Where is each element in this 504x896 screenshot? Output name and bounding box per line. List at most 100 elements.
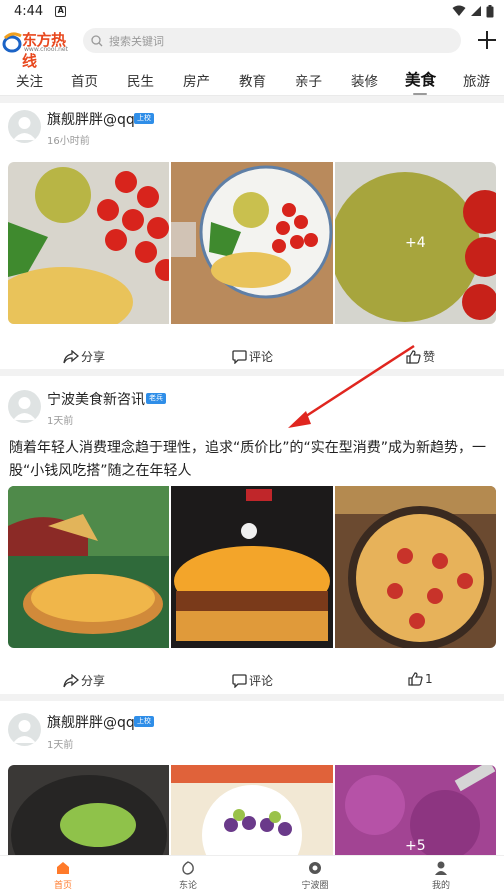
food-photo-pizza-pan: [334, 486, 496, 648]
app-header: 东方热线 www.cnool.net 搜索关键词: [0, 22, 504, 70]
nav-forum[interactable]: 东论: [158, 860, 218, 891]
thumbs-up-icon: [406, 349, 421, 364]
rank-badge: 上校: [134, 716, 154, 727]
food-photo-plate: [171, 162, 333, 324]
share-icon: [63, 349, 79, 363]
default-avatar-icon: [13, 720, 36, 743]
food-photo-sliced: [171, 765, 333, 855]
status-indicators: [452, 4, 494, 18]
category-tabs: 关注 首页 民生 房产 教育 亲子 装修 美食 旅游: [0, 62, 504, 96]
tab-fangchan[interactable]: 房产: [183, 70, 210, 90]
comment-button[interactable]: 评论: [232, 672, 273, 689]
search-placeholder: 搜索关键词: [109, 34, 164, 48]
default-avatar-icon: [13, 397, 36, 420]
post-author[interactable]: 旗舰胖胖@qq: [47, 712, 135, 732]
forum-icon: [182, 861, 194, 875]
like-button[interactable]: 赞: [406, 348, 435, 365]
circle-icon: [309, 862, 321, 874]
comment-label: 评论: [249, 674, 274, 688]
share-label: 分享: [81, 350, 106, 364]
comment-button[interactable]: 评论: [232, 348, 273, 365]
comment-icon: [232, 673, 247, 688]
post-images: +5: [8, 765, 496, 855]
share-button[interactable]: 分享: [63, 672, 105, 689]
post-images: +4: [8, 162, 496, 324]
default-avatar-icon: [13, 117, 36, 140]
tab-zhuangxiu[interactable]: 装修: [351, 70, 378, 90]
post-image[interactable]: [171, 162, 333, 324]
battery-icon: [486, 4, 494, 17]
post-image[interactable]: [8, 765, 170, 855]
wifi-icon: [452, 5, 466, 16]
comment-label: 评论: [249, 350, 274, 364]
section-divider: [0, 369, 504, 376]
post-time: 1天前: [47, 416, 74, 427]
avatar[interactable]: [8, 713, 41, 746]
nav-home-label: 首页: [53, 881, 72, 891]
tab-jiaoyu[interactable]: 教育: [239, 70, 266, 90]
profile-icon: [435, 861, 447, 875]
post-image[interactable]: [8, 486, 170, 648]
tab-qinzi[interactable]: 亲子: [295, 70, 322, 90]
post-image[interactable]: [171, 765, 333, 855]
nav-forum-label: 东论: [178, 881, 197, 891]
thumbs-up-icon: [408, 672, 423, 686]
like-count: 1: [425, 672, 433, 686]
status-bar: 4:44 A: [0, 0, 504, 22]
post-images: [8, 486, 496, 648]
post-actions: 分享 评论 1: [0, 672, 504, 692]
app-logo[interactable]: 东方热线 www.cnool.net: [2, 28, 78, 70]
tab-minsheng[interactable]: 民生: [127, 70, 154, 90]
rank-badge: 上校: [134, 113, 154, 124]
post-image[interactable]: +4: [334, 162, 496, 324]
share-icon: [63, 673, 79, 687]
share-button[interactable]: 分享: [63, 348, 105, 365]
comment-icon: [232, 349, 247, 364]
post-time: 1天前: [47, 740, 74, 751]
food-photo-wok-greens: [8, 765, 170, 855]
post-image[interactable]: [334, 486, 496, 648]
section-divider: [0, 96, 504, 103]
search-icon: [91, 34, 103, 46]
nav-home[interactable]: 首页: [33, 860, 93, 891]
home-icon: [57, 862, 69, 874]
post-image[interactable]: +5: [334, 765, 496, 855]
feed-post[interactable]: 旗舰胖胖@qq 上校 1天前 +5: [0, 701, 504, 855]
section-divider: [0, 694, 504, 701]
search-input[interactable]: 搜索关键词: [83, 28, 461, 53]
food-photo-burger: [171, 486, 333, 648]
post-author[interactable]: 宁波美食新咨讯: [47, 389, 145, 409]
logo-subtext: www.cnool.net: [24, 46, 68, 53]
post-text[interactable]: 随着年轻人消费理念趋于理性，追求“质价比”的“实在型消费”成为新趋势，一股“小钱…: [9, 437, 497, 483]
nav-circle-label: 宁波圈: [301, 881, 329, 891]
logo-swirl-icon: [2, 32, 22, 53]
feed-post[interactable]: 宁波美食新咨讯 老兵 1天前 随着年轻人消费理念趋于理性，追求“质价比”的“实在…: [0, 376, 504, 694]
tab-meishi[interactable]: 美食: [405, 68, 436, 90]
tab-guanzhu[interactable]: 关注: [16, 70, 43, 90]
tab-lvyou[interactable]: 旅游: [463, 70, 490, 90]
nav-ningbo-circle[interactable]: 宁波圈: [285, 860, 345, 891]
food-photo-pizza-forest: [8, 486, 170, 648]
post-actions: 分享 评论 赞: [0, 348, 504, 368]
more-images-count[interactable]: +4: [334, 162, 496, 324]
active-tab-indicator: [413, 93, 427, 95]
tab-shouye[interactable]: 首页: [71, 70, 98, 90]
feed-post[interactable]: 旗舰胖胖@qq 上校 16小时前 +4 分享 评论 赞: [0, 103, 504, 369]
status-time: 4:44: [14, 3, 44, 19]
add-post-icon[interactable]: [474, 27, 500, 53]
like-label: 赞: [423, 350, 436, 364]
bottom-navigation: 首页 东论 宁波圈 我的: [0, 855, 504, 896]
post-image[interactable]: [8, 162, 170, 324]
like-button[interactable]: 1: [408, 672, 433, 686]
more-images-count[interactable]: +5: [334, 765, 496, 855]
post-image[interactable]: [171, 486, 333, 648]
share-label: 分享: [81, 674, 106, 688]
nav-profile[interactable]: 我的: [411, 860, 471, 891]
rank-badge: 老兵: [146, 393, 166, 404]
post-author[interactable]: 旗舰胖胖@qq: [47, 109, 135, 129]
food-photo-chicken-tomato: [8, 162, 170, 324]
signal-icon: [471, 6, 481, 16]
avatar[interactable]: [8, 110, 41, 143]
avatar[interactable]: [8, 390, 41, 423]
notification-icon: A: [55, 5, 67, 17]
